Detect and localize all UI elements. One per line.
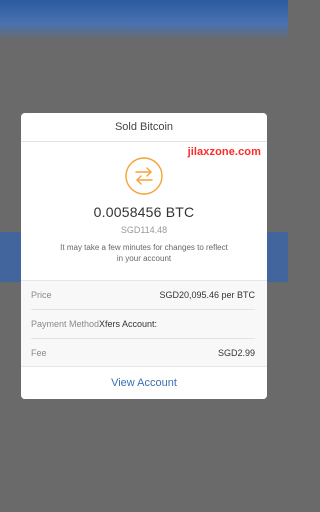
payment-method-label: Payment Method: [31, 319, 100, 329]
swap-arrows-icon: [124, 156, 164, 196]
fee-value: SGD2.99: [217, 348, 255, 358]
background-button-right: [264, 232, 288, 282]
watermark-text: jilaxzone.com: [187, 146, 261, 158]
fee-label: Fee: [31, 348, 47, 358]
detail-row-payment-method: Payment Method Xfers Account:: [31, 310, 255, 339]
btc-amount: 0.0058456 BTC: [93, 204, 195, 220]
fiat-amount: SGD114.48: [120, 225, 168, 235]
price-value: SGD20,095.46 per BTC: [159, 290, 255, 300]
price-label: Price: [31, 290, 52, 300]
transaction-details: Price SGD20,095.46 per BTC Payment Metho…: [21, 280, 267, 367]
payment-method-value: Xfers Account:: [99, 319, 158, 329]
background-header: [0, 0, 288, 40]
processing-note: It may take a few minutes for changes to…: [60, 243, 228, 263]
dialog-title: Sold Bitcoin: [21, 113, 267, 142]
detail-row-price: Price SGD20,095.46 per BTC: [31, 281, 255, 310]
sold-bitcoin-dialog: Sold Bitcoin jilaxzone.com 0.0058456 BTC…: [21, 113, 267, 399]
detail-row-fee: Fee SGD2.99: [31, 339, 255, 367]
view-account-button[interactable]: View Account: [21, 366, 267, 399]
